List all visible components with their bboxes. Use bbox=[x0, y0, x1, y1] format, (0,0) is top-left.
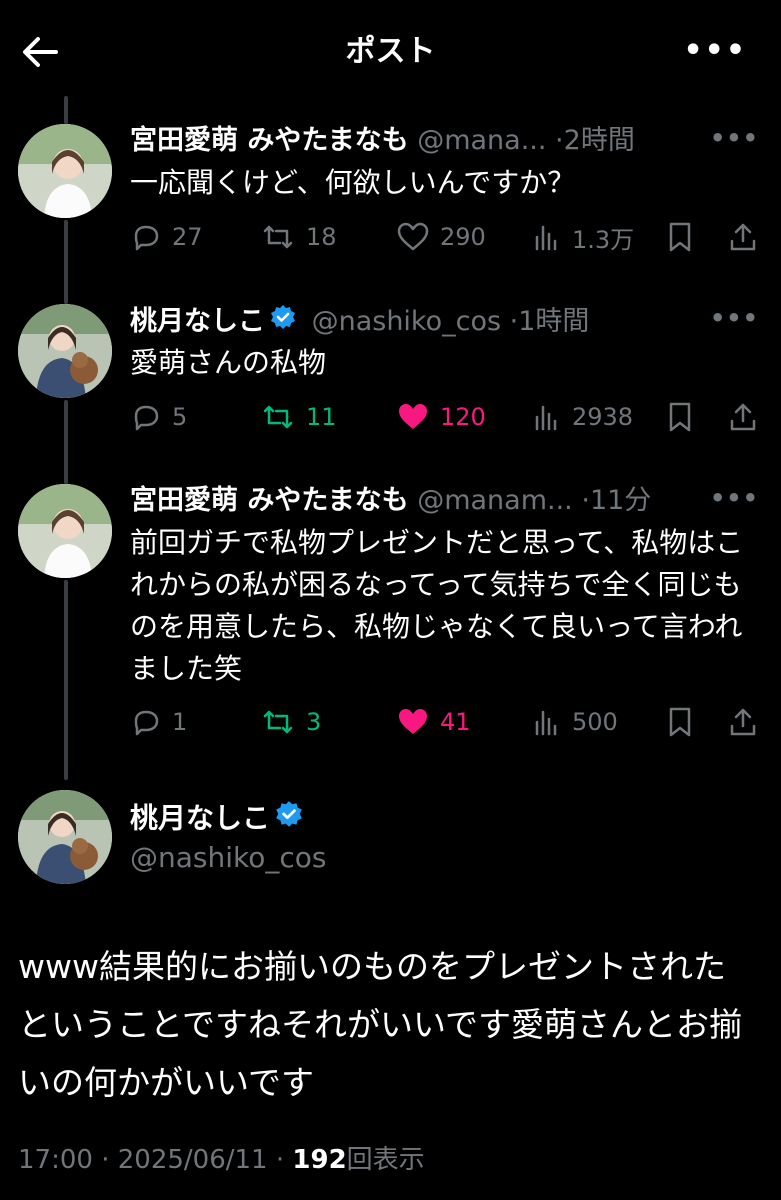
separator: · bbox=[275, 1145, 285, 1175]
views-icon bbox=[535, 225, 557, 251]
thread-line bbox=[64, 400, 68, 484]
view-count: 500 bbox=[572, 708, 618, 736]
share-button[interactable] bbox=[728, 397, 768, 437]
heart-outline-icon bbox=[397, 222, 429, 251]
top-bar: ポスト ••• bbox=[0, 0, 781, 96]
like-button[interactable]: 120 bbox=[396, 397, 486, 437]
post-time[interactable]: 17:00 bbox=[18, 1145, 93, 1175]
separator: · bbox=[581, 485, 590, 516]
view-count: 1.3万 bbox=[572, 225, 635, 254]
page-title: ポスト bbox=[345, 34, 436, 69]
avatar[interactable] bbox=[18, 790, 112, 884]
retweet-icon bbox=[263, 710, 293, 734]
share-icon bbox=[730, 403, 756, 431]
author-name[interactable]: 宮田愛萌 みやたまなも bbox=[130, 485, 409, 516]
tweet-header: 宮田愛萌 みやたまなも @manam... ·11分 bbox=[130, 484, 651, 518]
post-time[interactable]: 11分 bbox=[590, 485, 651, 516]
reply-icon bbox=[134, 710, 159, 736]
avatar[interactable] bbox=[18, 304, 112, 398]
separator: · bbox=[101, 1145, 110, 1175]
separator: · bbox=[509, 306, 519, 337]
tweet-text: www結果的にお揃いのものをプレゼントされたということですねそれがいいです愛萌さ… bbox=[18, 947, 743, 1102]
avatar[interactable] bbox=[18, 484, 112, 578]
author-name[interactable]: 桃月なしこ bbox=[130, 802, 270, 835]
avatar[interactable] bbox=[18, 124, 112, 218]
views-label: 回表示 bbox=[346, 1145, 425, 1175]
tweet-header: 宮田愛萌 みやたまなも @mana... ·2時間 bbox=[130, 124, 635, 158]
tweet-text: 前回ガチで私物プレゼントだと思って、私物はこれからの私が困るなってって気持ちで全… bbox=[130, 526, 744, 685]
author-name[interactable]: 宮田愛萌 みやたまなも bbox=[130, 125, 409, 156]
author-handle[interactable]: @mana... bbox=[417, 125, 546, 156]
like-count: 290 bbox=[440, 223, 486, 251]
heart-filled-icon bbox=[399, 404, 427, 429]
author-handle[interactable]: @nashiko_cos bbox=[130, 840, 326, 876]
bookmark-button[interactable] bbox=[666, 702, 704, 742]
reply-button[interactable]: 5 bbox=[130, 397, 187, 437]
heart-filled-icon bbox=[399, 709, 427, 734]
author-handle[interactable]: @nashiko_cos bbox=[312, 306, 501, 337]
post-time[interactable]: 2時間 bbox=[564, 125, 635, 156]
views-icon bbox=[535, 710, 557, 736]
retweet-button[interactable]: 18 bbox=[260, 217, 337, 257]
author-handle[interactable]: @manam... bbox=[417, 485, 573, 516]
verified-badge-icon bbox=[269, 304, 297, 341]
tweet-text: 愛萌さんの私物 bbox=[130, 346, 327, 379]
more-options-button[interactable]: ••• bbox=[683, 36, 747, 66]
author-name[interactable]: 桃月なしこ bbox=[130, 306, 265, 337]
reply-count: 1 bbox=[172, 708, 188, 736]
retweet-button[interactable]: 3 bbox=[260, 702, 321, 742]
retweet-icon bbox=[263, 405, 293, 429]
bookmark-button[interactable] bbox=[666, 397, 704, 437]
retweet-count: 3 bbox=[306, 708, 322, 736]
bookmark-button[interactable] bbox=[666, 217, 704, 257]
post-date[interactable]: 2025/06/11 bbox=[118, 1145, 268, 1175]
views-button[interactable]: 2938 bbox=[532, 397, 633, 437]
thread-line bbox=[64, 580, 68, 780]
tweet-text: 一応聞くけど、何欲しいんですか？ bbox=[130, 166, 576, 199]
tweet-more-button[interactable]: ••• bbox=[710, 124, 759, 152]
tweet-actions: 5 11 120 2938 bbox=[130, 397, 762, 437]
view-count: 192 bbox=[292, 1145, 347, 1175]
retweet-button[interactable]: 11 bbox=[260, 397, 337, 437]
share-button[interactable] bbox=[728, 702, 768, 742]
bookmark-icon bbox=[669, 707, 691, 737]
tweet-more-button[interactable]: ••• bbox=[710, 484, 759, 512]
reply-button[interactable]: 27 bbox=[130, 217, 203, 257]
share-icon bbox=[730, 223, 756, 251]
reply-count: 27 bbox=[172, 223, 203, 251]
post-time[interactable]: 1時間 bbox=[518, 306, 589, 337]
reply-icon bbox=[134, 225, 159, 251]
reply-button[interactable]: 1 bbox=[130, 702, 187, 742]
share-button[interactable] bbox=[728, 217, 768, 257]
views-icon bbox=[535, 405, 557, 431]
view-count: 2938 bbox=[572, 403, 634, 431]
separator: · bbox=[555, 125, 564, 156]
tweet-actions: 27 18 290 1.3万 bbox=[130, 217, 762, 257]
like-count: 41 bbox=[440, 708, 471, 736]
tweet-more-button[interactable]: ••• bbox=[710, 304, 759, 332]
reply-count: 5 bbox=[172, 403, 188, 431]
verified-badge-icon bbox=[274, 800, 304, 839]
like-button[interactable]: 290 bbox=[396, 217, 486, 257]
share-icon bbox=[730, 708, 756, 736]
retweet-count: 11 bbox=[306, 403, 337, 431]
tweet-header: 桃月なしこ @nashiko_cos ·1時間 bbox=[130, 304, 589, 341]
views-button[interactable]: 500 bbox=[532, 702, 618, 742]
bookmark-icon bbox=[669, 402, 691, 432]
post-timestamp: 17:00 · 2025/06/11 · 192回表示 bbox=[18, 1140, 425, 1180]
retweet-icon bbox=[263, 225, 293, 249]
bookmark-icon bbox=[669, 222, 691, 252]
thread-line bbox=[64, 96, 68, 124]
focus-author: 桃月なしこ bbox=[130, 800, 310, 839]
like-button[interactable]: 41 bbox=[396, 702, 471, 742]
tweet-actions: 1 3 41 500 bbox=[130, 702, 762, 742]
views-button[interactable]: 1.3万 bbox=[532, 217, 634, 257]
retweet-count: 18 bbox=[306, 223, 337, 251]
reply-icon bbox=[134, 405, 159, 431]
like-count: 120 bbox=[440, 403, 486, 431]
thread-line bbox=[64, 220, 68, 304]
